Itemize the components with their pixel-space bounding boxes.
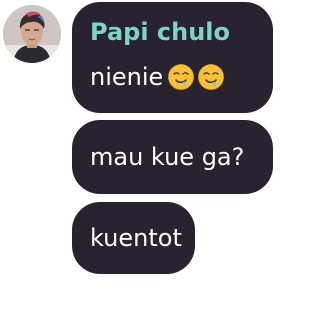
message-text: nienie xyxy=(90,62,225,92)
avatar[interactable] xyxy=(3,5,61,63)
sender-name[interactable]: Papi chulo xyxy=(90,17,230,47)
message-text: mau kue ga? xyxy=(90,143,245,171)
avatar-photo xyxy=(3,5,61,63)
message-text-content: nienie xyxy=(90,63,164,91)
message-text: kuentot xyxy=(90,224,182,252)
message-bubble[interactable]: Papi chulo nienie xyxy=(72,2,273,113)
message-bubble[interactable]: mau kue ga? xyxy=(72,120,273,194)
message-bubble[interactable]: kuentot xyxy=(72,202,195,274)
chat-thread: Papi chulo nienie mau kue ga? kuentot xyxy=(0,0,275,320)
drooling-face-icon xyxy=(167,63,195,91)
drooling-face-icon xyxy=(197,63,225,91)
